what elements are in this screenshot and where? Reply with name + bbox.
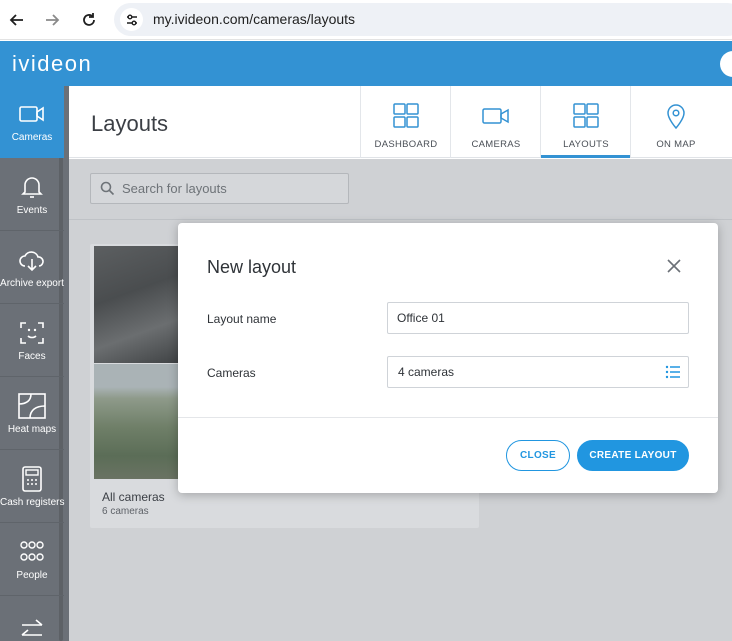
sidebar-item-label: People xyxy=(16,570,48,581)
reload-button[interactable] xyxy=(77,8,101,32)
layout-name-field[interactable] xyxy=(387,302,689,334)
cameras-select-value: 4 cameras xyxy=(398,365,455,379)
tab-dashboard[interactable]: DASHBOARD xyxy=(360,86,450,158)
url-text: my.ivideon.com/cameras/layouts xyxy=(153,11,356,27)
search-icon xyxy=(100,181,115,196)
tab-on-map[interactable]: ON MAP xyxy=(630,86,720,158)
sidebar: Cameras Events Archive export Faces Heat… xyxy=(0,86,69,641)
search-input[interactable] xyxy=(122,174,342,203)
list-icon[interactable] xyxy=(665,365,681,379)
layout-card-subtitle: 6 cameras xyxy=(102,506,149,517)
create-layout-button[interactable]: CREATE LAYOUT xyxy=(577,440,689,471)
browser-toolbar: my.ivideon.com/cameras/layouts xyxy=(0,0,732,40)
address-bar[interactable]: my.ivideon.com/cameras/layouts xyxy=(114,3,732,36)
tab-label: CAMERAS xyxy=(471,139,521,150)
dialog-divider xyxy=(178,417,718,418)
close-button[interactable]: CLOSE xyxy=(506,440,570,471)
camera-icon xyxy=(482,108,509,124)
sidebar-item-cameras[interactable]: Cameras xyxy=(0,86,64,158)
tab-label: LAYOUTS xyxy=(563,139,609,150)
close-icon[interactable] xyxy=(664,256,684,276)
layout-name-input[interactable] xyxy=(397,303,677,333)
camera-icon xyxy=(19,106,44,122)
sidebar-item-archive-export[interactable]: Archive export xyxy=(0,232,64,304)
search-bar-area xyxy=(69,159,732,220)
reload-icon xyxy=(83,13,95,26)
sidebar-item-label: Faces xyxy=(18,351,46,362)
sidebar-item-people[interactable]: People xyxy=(0,524,64,596)
arrow-right-icon xyxy=(46,14,60,26)
sidebar-item-label: Heat maps xyxy=(7,424,57,435)
map-pin-icon xyxy=(667,104,685,130)
sidebar-item-label: Cameras xyxy=(11,132,53,143)
sidebar-item-label: Archive export xyxy=(0,278,64,289)
sidebar-item-events[interactable]: Events xyxy=(0,159,64,231)
bell-icon xyxy=(21,177,43,198)
cameras-label: Cameras xyxy=(207,366,256,380)
tab-label: ON MAP xyxy=(656,139,696,150)
site-settings-button[interactable] xyxy=(120,8,143,31)
search-field[interactable] xyxy=(90,173,349,204)
sidebar-item-heat-maps[interactable]: Heat maps xyxy=(0,378,64,450)
grid-icon xyxy=(573,103,599,128)
cash-register-icon xyxy=(22,466,42,492)
account-icon[interactable] xyxy=(720,51,732,77)
logo: ivideon xyxy=(12,51,93,76)
sidebar-item-cash-registers[interactable]: Cash registers xyxy=(0,451,64,523)
page-header: Layouts DASHBOARD CAMERAS LAYOUTS ON MAP xyxy=(69,86,732,158)
layout-card-title: All cameras xyxy=(102,490,165,504)
tab-layouts[interactable]: LAYOUTS xyxy=(540,86,631,158)
people-icon xyxy=(20,541,44,561)
forward-button[interactable] xyxy=(40,8,64,32)
face-scan-icon xyxy=(20,322,44,344)
grid-icon xyxy=(393,103,419,128)
tab-label: DASHBOARD xyxy=(374,139,438,150)
cloud-download-icon xyxy=(19,251,44,272)
new-layout-dialog: New layout Layout name Cameras 4 cameras… xyxy=(178,223,718,493)
camera-thumbnail xyxy=(94,246,181,363)
sidebar-item-faces[interactable]: Faces xyxy=(0,305,64,377)
layout-name-label: Layout name xyxy=(207,312,277,326)
camera-thumbnail xyxy=(94,364,181,479)
tune-icon xyxy=(126,14,137,25)
sidebar-item-transfers[interactable] xyxy=(0,597,64,641)
cameras-select[interactable]: 4 cameras xyxy=(387,356,689,388)
arrow-left-icon xyxy=(9,14,23,26)
app-header: ivideon xyxy=(0,41,732,86)
sidebar-item-label: Cash registers xyxy=(0,497,65,508)
page-title: Layouts xyxy=(91,111,169,136)
sidebar-item-label: Events xyxy=(16,205,48,216)
tab-cameras[interactable]: CAMERAS xyxy=(450,86,540,158)
dialog-title: New layout xyxy=(207,257,297,277)
back-button[interactable] xyxy=(5,8,29,32)
arrows-swap-icon xyxy=(21,619,43,636)
heat-map-icon xyxy=(18,393,46,419)
